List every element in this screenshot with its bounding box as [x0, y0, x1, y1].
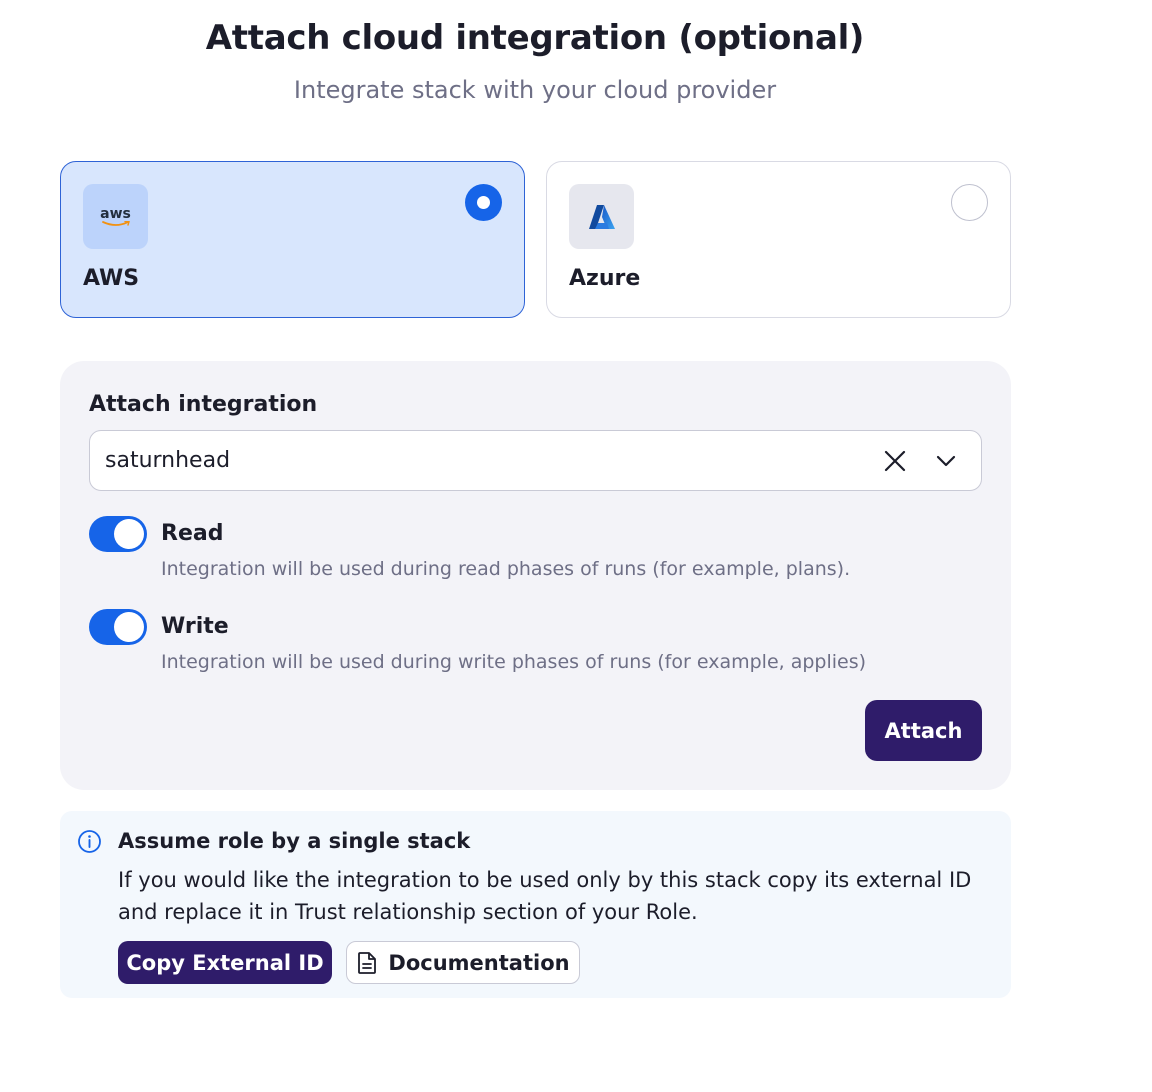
documentation-button-label: Documentation: [388, 950, 570, 975]
info-callout: Assume role by a single stack If you wou…: [60, 811, 1011, 998]
provider-card-aws[interactable]: aws AWS: [60, 161, 525, 318]
integration-select[interactable]: saturnhead: [89, 430, 982, 491]
close-icon[interactable]: [882, 448, 908, 474]
write-toggle[interactable]: [89, 609, 147, 645]
info-text: If you would like the integration to be …: [118, 868, 972, 924]
write-toggle-title: Write: [161, 614, 229, 639]
chevron-down-icon[interactable]: [933, 448, 959, 474]
info-title: Assume role by a single stack: [118, 829, 471, 853]
provider-name-aws: AWS: [83, 266, 140, 291]
integration-panel: Attach integration saturnhead Read Integ…: [60, 361, 1011, 790]
document-icon: [358, 951, 377, 974]
aws-smile-icon: [101, 220, 130, 226]
aws-logo-icon: aws: [83, 184, 148, 249]
documentation-button[interactable]: Documentation: [346, 941, 580, 984]
read-toggle-description: Integration will be used during read pha…: [161, 558, 851, 580]
attach-button[interactable]: Attach: [865, 700, 982, 761]
integration-select-value: saturnhead: [105, 448, 231, 473]
attach-integration-label: Attach integration: [89, 392, 318, 417]
azure-logo-icon: [569, 184, 634, 249]
radio-aws-selected[interactable]: [465, 184, 502, 221]
provider-card-azure[interactable]: Azure: [546, 161, 1011, 318]
page-title: Attach cloud integration (optional): [205, 18, 865, 58]
page-subtitle: Integrate stack with your cloud provider: [293, 76, 777, 104]
copy-external-id-button[interactable]: Copy External ID: [118, 941, 332, 984]
info-icon: [78, 830, 101, 853]
read-toggle[interactable]: [89, 516, 147, 552]
provider-name-azure: Azure: [569, 266, 641, 291]
read-toggle-title: Read: [161, 521, 224, 546]
write-toggle-description: Integration will be used during write ph…: [161, 651, 867, 673]
radio-azure[interactable]: [951, 184, 988, 221]
aws-logo-text: aws: [100, 205, 131, 222]
